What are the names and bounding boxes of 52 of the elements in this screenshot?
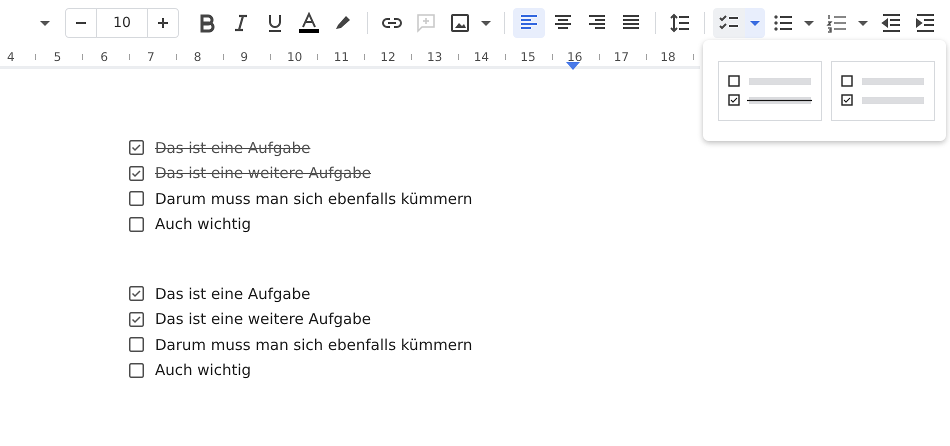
ruler-number: 18 [659,49,677,66]
checklist-preview-icon [841,74,925,108]
task-text: Darum muss man sich ebenfalls kümmern [155,190,472,208]
ruler-number: 9 [239,49,249,66]
numbered-icon [826,12,848,34]
checkbox[interactable] [129,362,144,378]
ruler-number: 14 [472,49,490,66]
ruler-number: 8 [192,49,202,66]
ruler-number: 6 [99,49,109,66]
ruler-number: 11 [332,49,350,66]
checkbox[interactable] [129,216,144,232]
caret-icon [750,20,760,26]
ruler-number: 15 [519,49,537,66]
checkbox[interactable] [129,312,144,327]
ruler-number: 7 [146,49,156,66]
checkbox[interactable] [129,286,144,302]
ruler-number: 4 [6,49,16,66]
plus-icon [157,17,169,29]
image-icon [449,12,471,34]
ruler-number: 16 [566,49,584,66]
caret-icon [858,20,868,26]
align-left-button[interactable] [513,8,545,38]
checkbox[interactable] [129,337,144,352]
task-text: Das ist eine weitere Aufgabe [155,310,371,328]
checkbox[interactable] [129,140,144,156]
task-text: Auch wichtig [155,215,252,234]
checkbox[interactable] [129,166,144,181]
checklist-style-option[interactable] [718,61,822,121]
ruler-number: 5 [52,49,62,66]
task-text: Das ist eine Aufgabe [155,284,310,303]
comment-icon [415,12,437,34]
checklist-button[interactable] [713,8,745,38]
checklist-style-option[interactable] [831,61,935,121]
dropdown-arrow-button[interactable] [745,8,765,38]
task-text: Auch wichtig [155,361,252,380]
task-text: Darum muss man sich ebenfalls kümmern [155,336,472,354]
caret-icon[interactable] [40,20,50,26]
line-spacing-icon [669,12,691,34]
ruler-number: 13 [426,49,444,66]
ruler-number: 17 [612,49,630,66]
checklist-preview-icon [728,74,812,108]
caret-icon [481,20,491,26]
indent-icon [914,12,936,34]
ruler-number: 10 [286,49,304,66]
caret-icon [804,20,814,26]
text-color-icon [298,12,320,34]
ruler-number: 12 [379,49,397,66]
indent-marker-icon[interactable] [566,62,580,70]
task-text: Das ist eine Aufgabe [155,138,310,157]
outdent-icon [880,12,902,34]
checkbox[interactable] [129,191,144,206]
task-text: Das ist eine weitere Aufgabe [155,164,371,182]
